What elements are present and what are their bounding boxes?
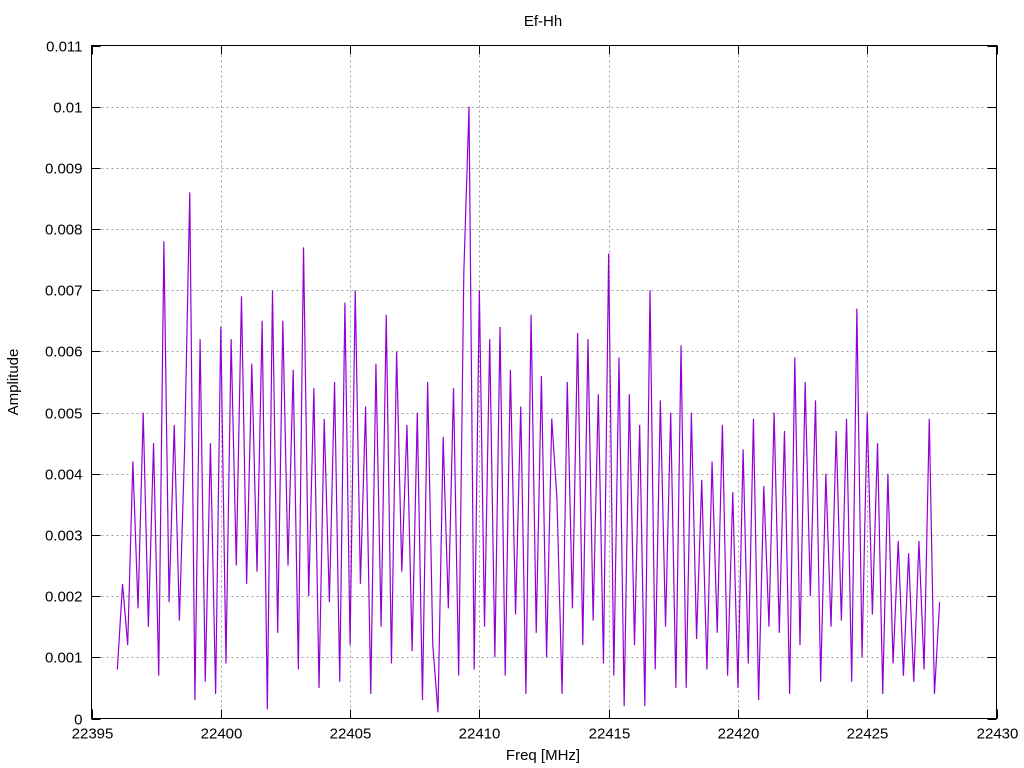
series-layer [116,106,941,713]
y-axis-label: Amplitude [5,349,22,416]
y-tick-label: 0.005 [45,406,83,423]
x-tick-label: 22430 [977,726,1019,743]
chart-title: Ef-Hh [524,13,562,30]
x-tick-label: 22400 [201,726,243,743]
x-tick-label: 22420 [718,726,760,743]
y-tick-label: 0.003 [45,528,83,545]
y-tick-label: 0.009 [45,161,83,178]
x-tick-label: 22415 [589,726,631,743]
x-axis-label: Freq [MHz] [506,747,580,764]
chart: 00.0010.0020.0030.0040.0050.0060.0070.00… [5,13,1018,764]
y-tick-label: 0.007 [45,283,83,300]
y-tick-label: 0.011 [46,39,82,56]
x-tick-label: 22410 [459,726,501,743]
y-tick-label: 0.004 [45,467,83,484]
y-tick-label: 0.008 [45,222,83,239]
y-tick-label: 0.006 [45,344,83,361]
ticks: 00.0010.0020.0030.0040.0050.0060.0070.00… [45,39,1018,743]
x-tick-label: 22405 [330,726,372,743]
y-tick-label: 0.002 [45,589,83,606]
y-tick-label: 0.001 [45,650,83,667]
series-line [116,106,941,713]
x-tick-label: 22425 [847,726,889,743]
y-tick-label: 0.01 [53,100,82,117]
x-tick-label: 22395 [72,726,114,743]
